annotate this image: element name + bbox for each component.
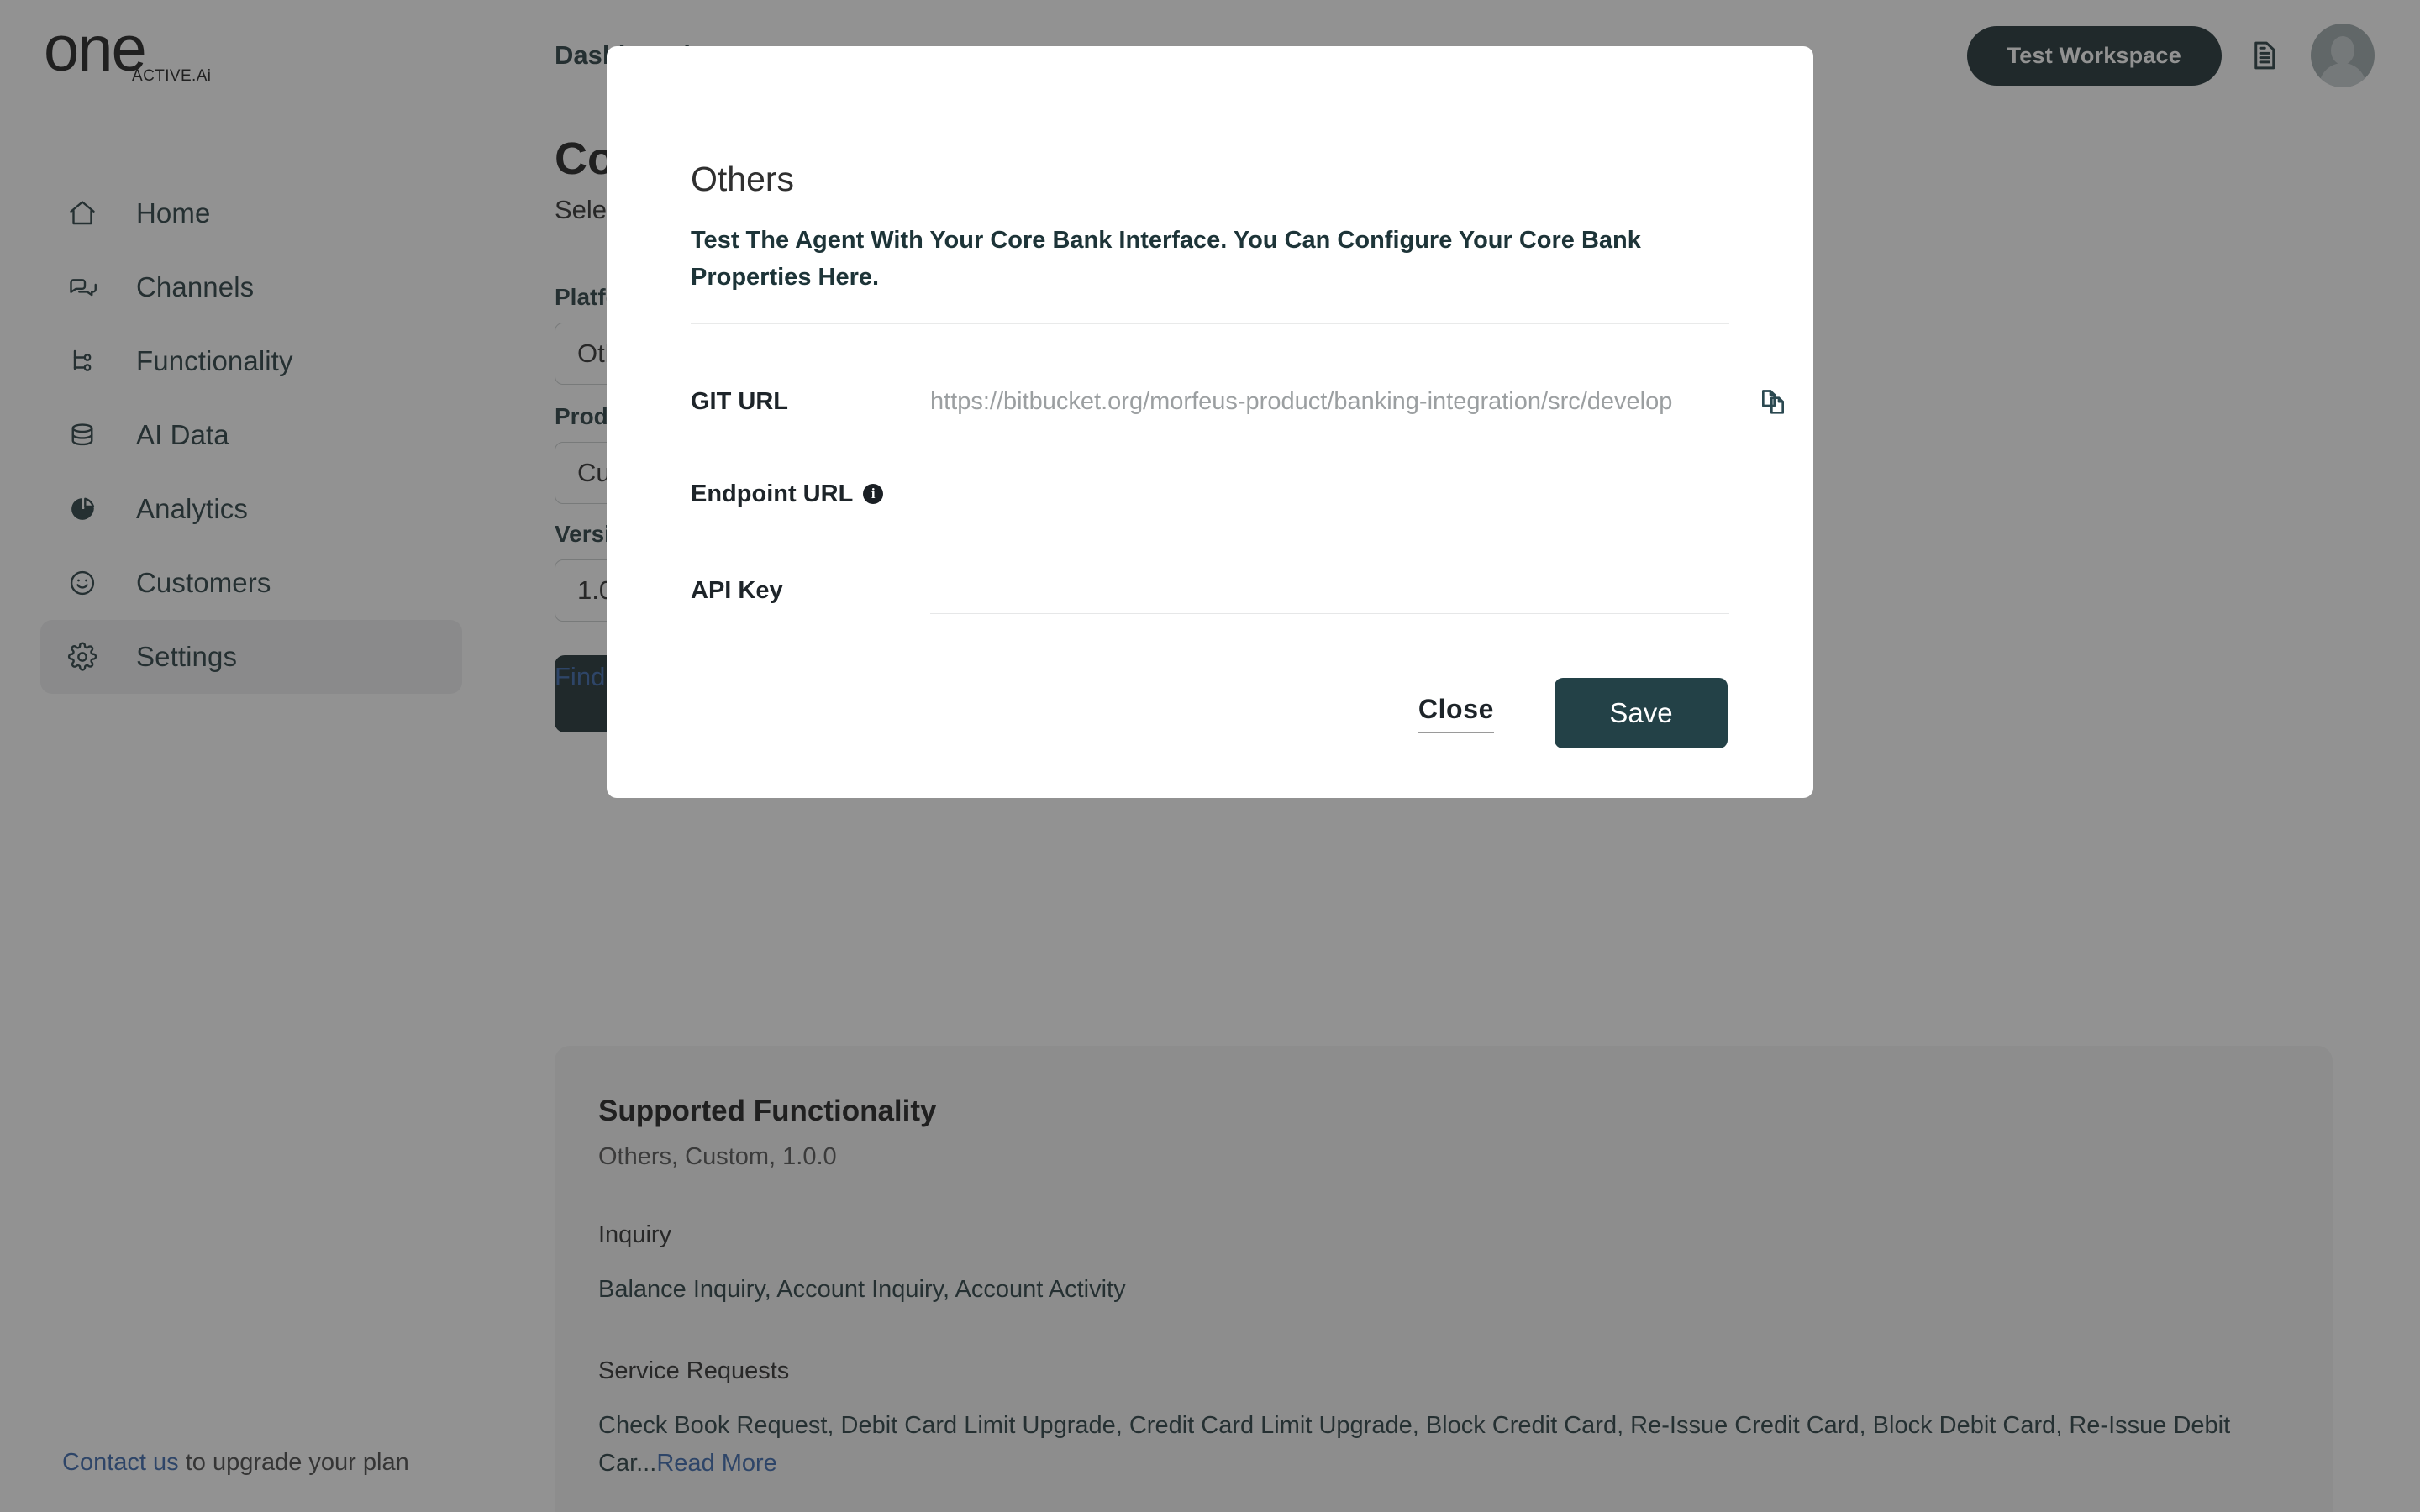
copy-icon[interactable] xyxy=(1753,381,1793,422)
endpoint-url-row: Endpoint URL i xyxy=(691,470,1729,517)
endpoint-url-label: Endpoint URL i xyxy=(691,480,930,508)
git-url-field-wrap xyxy=(930,378,1784,425)
close-button[interactable]: Close xyxy=(1418,694,1494,733)
modal-description: Test The Agent With Your Core Bank Inter… xyxy=(691,227,1641,291)
core-bank-config-modal: Others Test The Agent With Your Core Ban… xyxy=(607,46,1813,798)
endpoint-url-input[interactable] xyxy=(930,470,1729,517)
api-key-input[interactable] xyxy=(930,567,1729,613)
api-key-label: API Key xyxy=(691,577,930,605)
api-key-field-wrap xyxy=(930,567,1729,614)
git-url-label-text: GIT URL xyxy=(691,387,788,415)
api-key-row: API Key xyxy=(691,567,1729,614)
endpoint-url-field-wrap xyxy=(930,470,1729,517)
git-url-row: GIT URL xyxy=(691,378,1784,425)
endpoint-url-label-text: Endpoint URL xyxy=(691,480,854,507)
api-key-label-text: API Key xyxy=(691,576,783,604)
info-icon[interactable]: i xyxy=(863,484,884,504)
modal-action-row: Close Save xyxy=(1418,678,1728,748)
modal-save-button[interactable]: Save xyxy=(1555,678,1728,748)
modal-divider xyxy=(691,323,1729,324)
git-url-label: GIT URL xyxy=(691,388,930,416)
modal-title: Others xyxy=(691,160,795,198)
git-url-input[interactable] xyxy=(930,379,1729,424)
